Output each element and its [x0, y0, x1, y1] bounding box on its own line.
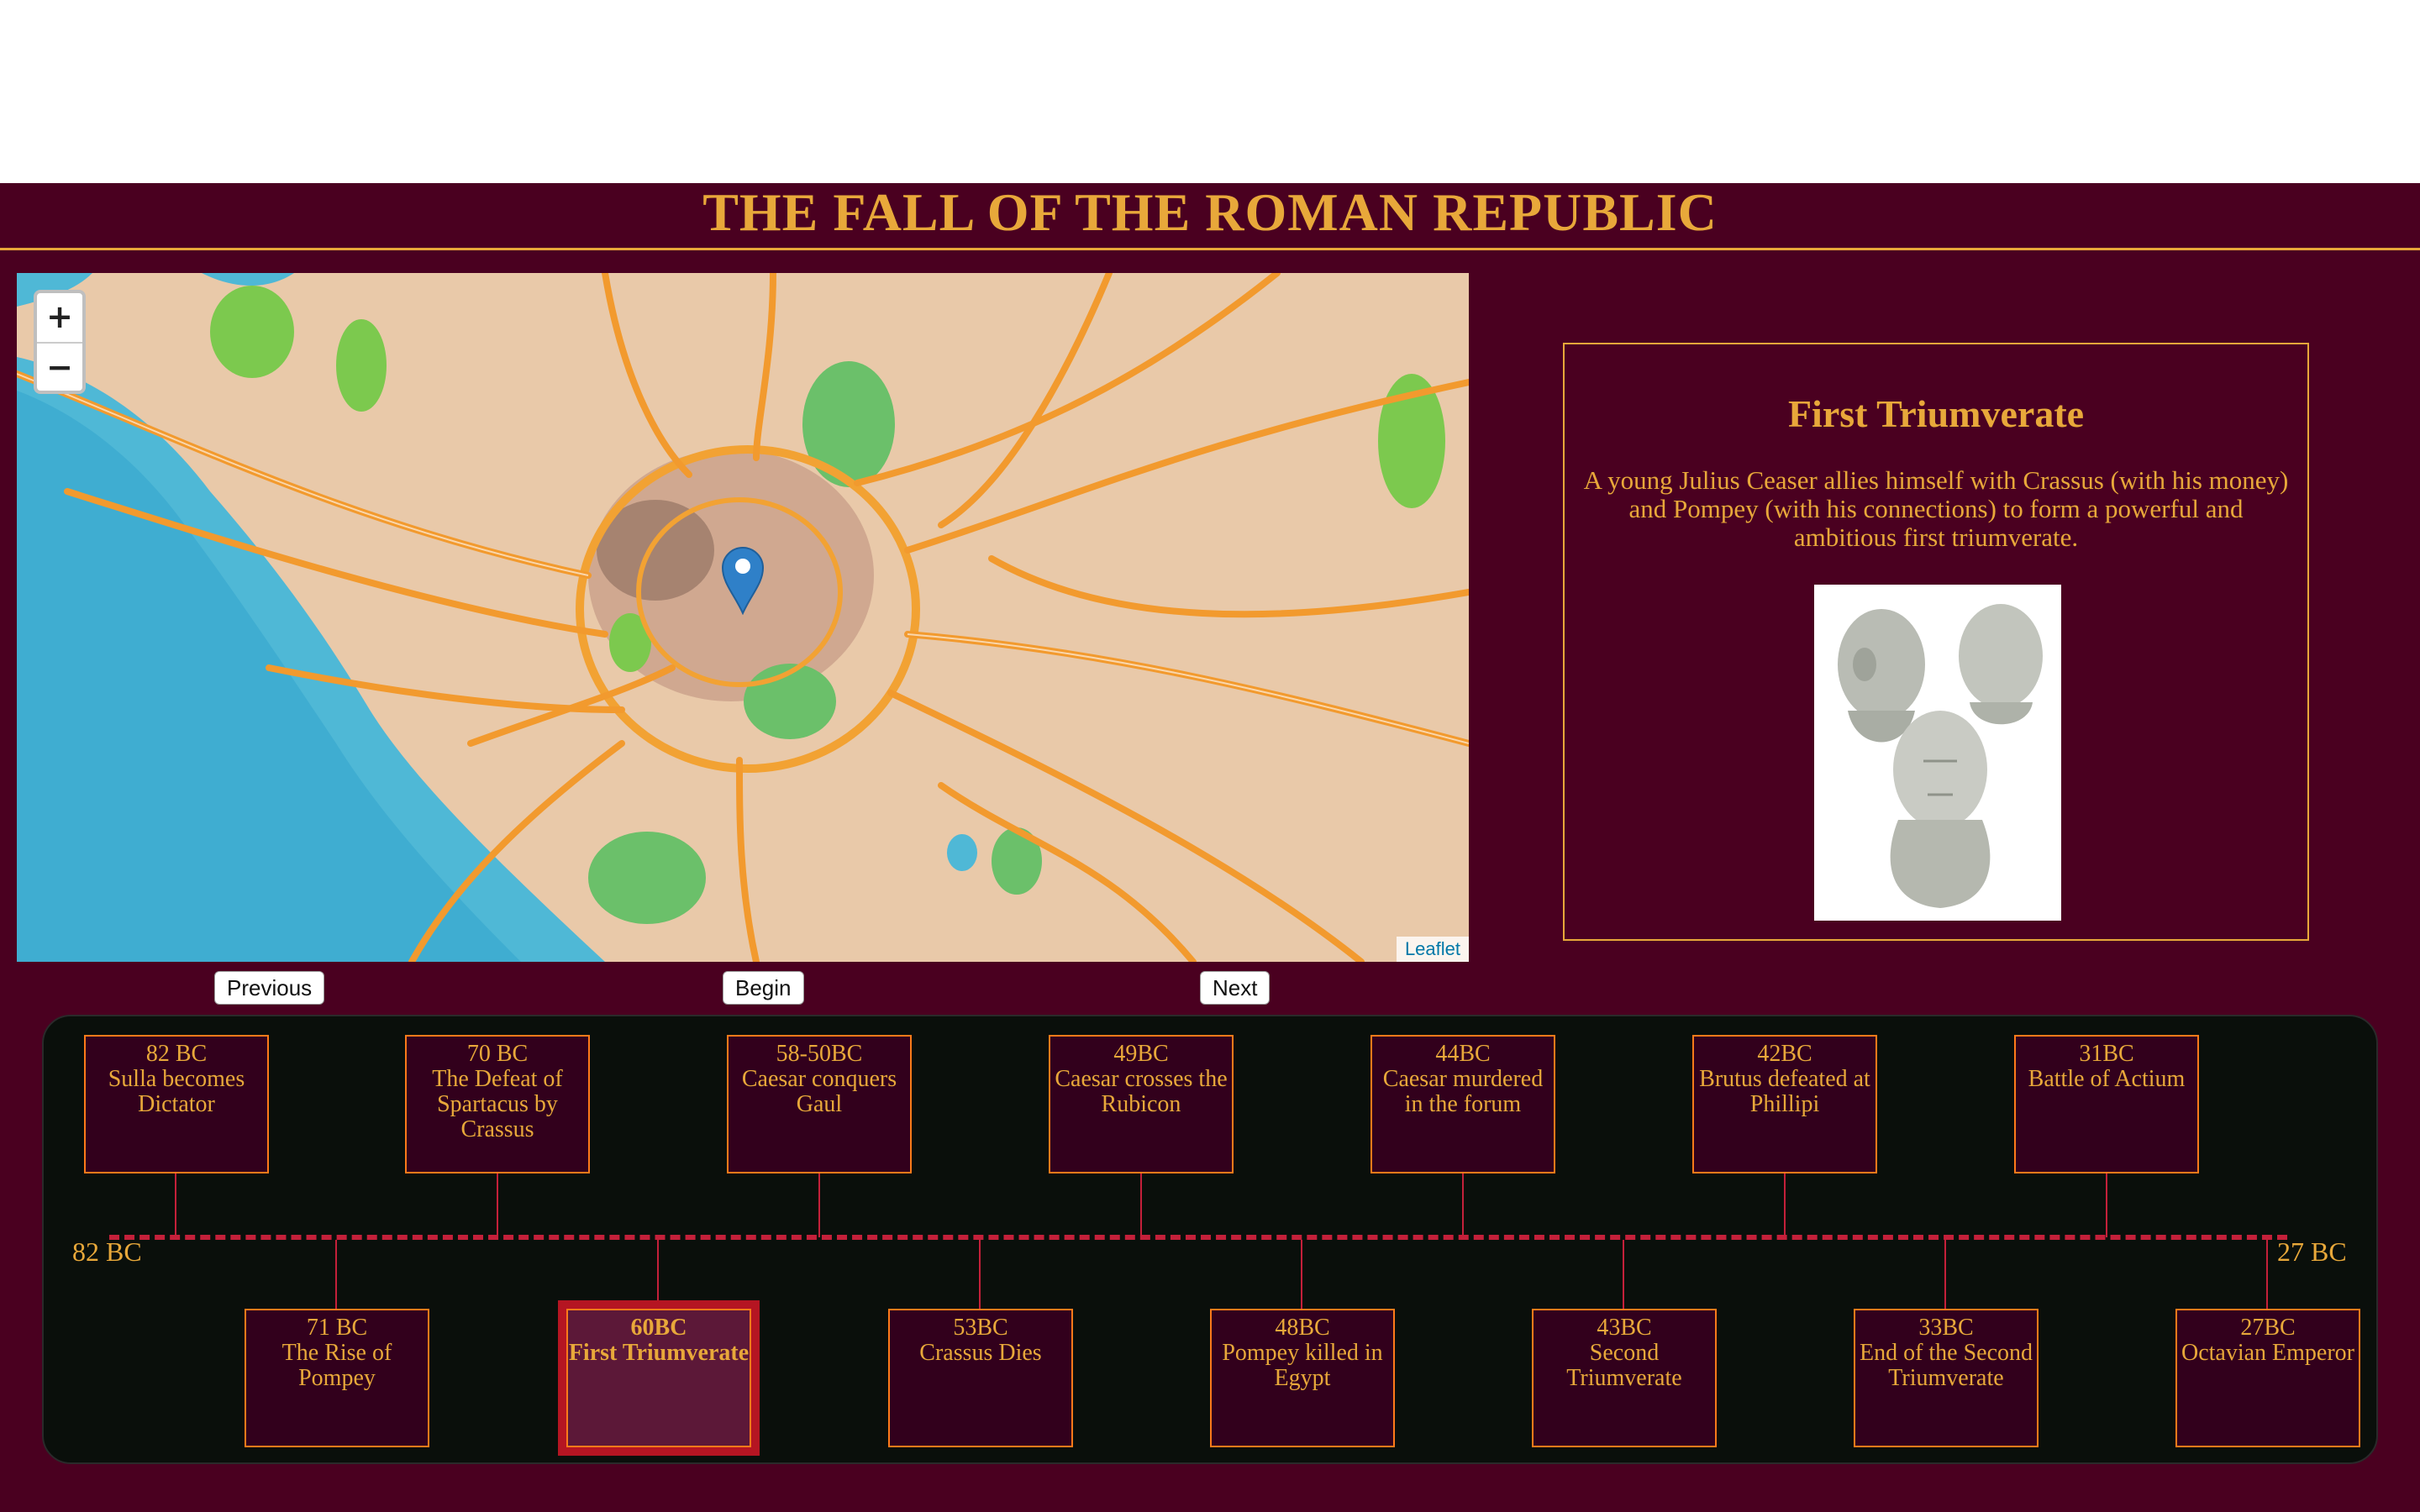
timeline-tick [979, 1240, 981, 1309]
timeline-end-label: 27 BC [2277, 1236, 2347, 1267]
event-year: 43BC [1597, 1315, 1652, 1341]
begin-button[interactable]: Begin [723, 971, 804, 1005]
location-marker-icon[interactable] [721, 546, 765, 615]
timeline-tick [1784, 1173, 1786, 1237]
page-title: THE FALL OF THE ROMAN REPUBLIC [702, 182, 1718, 242]
timeline-start-label: 82 BC [72, 1236, 142, 1267]
event-title: The Defeat of Spartacus by Crassus [432, 1066, 563, 1142]
timeline-tick [2106, 1173, 2107, 1237]
timeline-tick [1623, 1240, 1624, 1309]
timeline-event-43bc[interactable]: 43BC Second Triumverate [1532, 1309, 1717, 1447]
event-title: Caesar crosses the Rubicon [1055, 1066, 1228, 1117]
timeline-tick [657, 1240, 659, 1309]
event-description: A young Julius Ceaser allies himself wit… [1583, 465, 2289, 552]
event-year: 82 BC [145, 1041, 208, 1067]
event-title: Crassus Dies [919, 1340, 1042, 1366]
event-title: End of the Second Triumverate [1859, 1340, 2033, 1391]
timeline-axis [109, 1235, 2287, 1240]
event-year: 71 BC [306, 1315, 368, 1341]
event-year: 42BC [1757, 1041, 1812, 1067]
event-title: First Triumverate [568, 1340, 750, 1366]
timeline-event-27bc[interactable]: 27BC Octavian Emperor [2175, 1309, 2360, 1447]
timeline-event-31bc[interactable]: 31BC Battle of Actium [2014, 1035, 2199, 1173]
map-tiles [17, 273, 1469, 962]
timeline-event-49bc[interactable]: 49BC Caesar crosses the Rubicon [1049, 1035, 1234, 1173]
event-title: The Rise of Pompey [281, 1340, 392, 1391]
top-blank-area [0, 0, 2420, 183]
zoom-control: + − [34, 290, 86, 394]
event-year: 27BC [2240, 1315, 2296, 1341]
timeline-event-58-50bc[interactable]: 58-50BC Caesar conquers Gaul [727, 1035, 912, 1173]
event-year: 49BC [1113, 1041, 1169, 1067]
event-title: Brutus defeated at Phillipi [1699, 1066, 1870, 1117]
event-title: Pompey killed in Egypt [1222, 1340, 1383, 1391]
event-year: 58-50BC [776, 1041, 863, 1067]
timeline-event-44bc[interactable]: 44BC Caesar murdered in the forum [1370, 1035, 1555, 1173]
triumvirs-busts-image [1814, 585, 2061, 921]
event-title: Caesar conquers Gaul [741, 1066, 897, 1117]
event-year: 70 BC [466, 1041, 529, 1067]
event-year: 31BC [2079, 1041, 2134, 1067]
timeline-tick [818, 1173, 820, 1237]
timeline-tick [1944, 1240, 1946, 1309]
timeline-tick [335, 1240, 337, 1309]
zoom-in-button[interactable]: + [37, 293, 82, 342]
timeline-event-60bc-active[interactable]: 60BC First Triumverate [558, 1300, 760, 1456]
event-title: Octavian Emperor [2181, 1340, 2355, 1366]
timeline-event-82bc[interactable]: 82 BC Sulla becomes Dictator [84, 1035, 269, 1173]
timeline-event-53bc[interactable]: 53BC Crassus Dies [888, 1309, 1073, 1447]
timeline-event-33bc[interactable]: 33BC End of the Second Triumverate [1854, 1309, 2039, 1447]
event-year: 60BC [630, 1315, 687, 1341]
page-header: THE FALL OF THE ROMAN REPUBLIC [0, 183, 2420, 250]
event-info-panel: First Triumverate A young Julius Ceaser … [1563, 343, 2309, 941]
timeline-event-71bc[interactable]: 71 BC The Rise of Pompey [245, 1309, 429, 1447]
event-title: Second Triumverate [1566, 1340, 1682, 1391]
event-title: Caesar murdered in the forum [1382, 1066, 1544, 1117]
event-year: 44BC [1435, 1041, 1491, 1067]
event-title: First Triumverate [1787, 392, 2085, 435]
event-title: Battle of Actium [2028, 1066, 2186, 1092]
timeline-event-48bc[interactable]: 48BC Pompey killed in Egypt [1210, 1309, 1395, 1447]
map-attribution-link[interactable]: Leaflet [1396, 937, 1469, 962]
timeline-tick [1301, 1240, 1302, 1309]
zoom-out-button[interactable]: − [37, 342, 82, 391]
timeline: 82 BC 27 BC 82 BC Sulla becomes Dictator… [42, 1015, 2378, 1464]
map-view[interactable]: + − Leaflet [17, 273, 1469, 962]
timeline-tick [1462, 1173, 1464, 1237]
timeline-tick [2266, 1240, 2268, 1309]
next-button[interactable]: Next [1200, 971, 1270, 1005]
timeline-tick [497, 1173, 498, 1237]
timeline-event-70bc[interactable]: 70 BC The Defeat of Spartacus by Crassus [405, 1035, 590, 1173]
timeline-tick [175, 1173, 176, 1237]
event-year: 33BC [1918, 1315, 1974, 1341]
event-year: 48BC [1275, 1315, 1330, 1341]
timeline-event-42bc[interactable]: 42BC Brutus defeated at Phillipi [1692, 1035, 1877, 1173]
previous-button[interactable]: Previous [214, 971, 325, 1005]
event-year: 53BC [953, 1315, 1008, 1341]
timeline-tick [1140, 1173, 1142, 1237]
event-title: Sulla becomes Dictator [108, 1066, 245, 1117]
